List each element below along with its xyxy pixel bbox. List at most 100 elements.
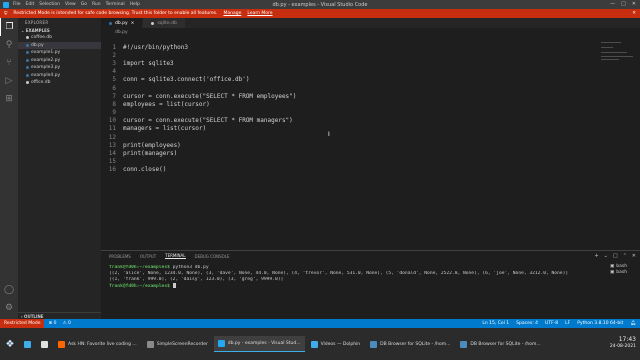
code-line[interactable]: 6 bbox=[101, 84, 296, 92]
outline-section[interactable]: › OUTLINE bbox=[18, 312, 101, 319]
code-line[interactable]: 14 print(managers) bbox=[101, 149, 296, 157]
taskbar-app[interactable] bbox=[37, 336, 52, 352]
tab-sqlite-db[interactable]: sqlite.db bbox=[143, 18, 186, 28]
python-interpreter[interactable]: Python 3.8.10 64-bit bbox=[577, 321, 623, 326]
cursor-position[interactable]: Ln 15, Col 1 bbox=[482, 321, 509, 326]
tab-debug-console[interactable]: DEBUG CONSOLE bbox=[195, 254, 230, 259]
files-icon[interactable]: ❐ bbox=[0, 18, 18, 36]
run-debug-icon[interactable]: ▷ bbox=[0, 72, 18, 90]
code-line[interactable]: 8 employees = list(cursor) bbox=[101, 100, 296, 108]
breadcrumb-file[interactable]: db.py bbox=[115, 30, 128, 35]
folder-examples[interactable]: ⌄ EXAMPLES bbox=[18, 27, 101, 34]
file-item[interactable]: example3.py bbox=[18, 64, 101, 72]
terminal-instance[interactable]: ▣ bash bbox=[610, 269, 640, 275]
restricted-mode-status[interactable]: Restricted Mode bbox=[0, 319, 45, 328]
taskbar-app-label: Ask HN: Favorite live coding ... bbox=[68, 341, 137, 347]
menu-go[interactable]: Go bbox=[81, 2, 87, 7]
new-terminal-icon[interactable]: + bbox=[594, 253, 598, 259]
code-text: conn.close() bbox=[123, 166, 167, 174]
menu-view[interactable]: View bbox=[65, 2, 76, 7]
source-control-icon[interactable]: ⑂ bbox=[0, 54, 18, 72]
file-item[interactable]: office.db bbox=[18, 79, 101, 87]
minimize-icon[interactable]: — bbox=[610, 1, 615, 7]
taskbar-app[interactable]: SimpleScreenRecorder bbox=[143, 336, 212, 352]
code-line[interactable]: 13 print(employees) bbox=[101, 141, 296, 149]
line-number: 10 bbox=[108, 117, 116, 125]
terminal-prompt-line: frank@fd0h:~/examples$ bbox=[109, 283, 599, 289]
start-menu-icon[interactable]: ❖ bbox=[0, 339, 20, 350]
taskbar-app[interactable]: Ask HN: Favorite live coding ... bbox=[54, 336, 141, 352]
panel-tabs: PROBLEMS OUTPUT TERMINAL DEBUG CONSOLE bbox=[101, 251, 640, 261]
mouse-ibeam-cursor: I bbox=[328, 131, 330, 138]
banner-learn-more-link[interactable]: Learn More bbox=[247, 11, 272, 16]
errors-count[interactable]: ⊗ 0 bbox=[48, 321, 56, 326]
tab-problems[interactable]: PROBLEMS bbox=[109, 254, 131, 259]
code-line[interactable]: 9 bbox=[101, 109, 296, 117]
extensions-icon[interactable]: ⊞ bbox=[0, 90, 18, 108]
indentation[interactable]: Spaces: 4 bbox=[516, 321, 538, 326]
code-line[interactable]: 15 bbox=[101, 158, 296, 166]
code-text: import sqlite3 bbox=[123, 59, 174, 67]
close-window-icon[interactable]: ✕ bbox=[632, 1, 636, 7]
menu-run[interactable]: Run bbox=[92, 2, 101, 7]
code-lines[interactable]: 1 #!/usr/bin/python3 2 3 import sqlite3 4 5 con… bbox=[101, 43, 297, 174]
file-item[interactable]: example4.py bbox=[18, 72, 101, 80]
menu-edit[interactable]: Edit bbox=[26, 2, 35, 7]
banner-close-icon[interactable]: ✕ bbox=[632, 11, 636, 16]
settings-gear-icon[interactable]: ⚙ bbox=[0, 299, 18, 317]
code-line[interactable]: 5 conn = sqlite3.connect('office.db') bbox=[101, 76, 296, 84]
search-icon[interactable]: ⚲ bbox=[0, 36, 18, 54]
terminal-dropdown-icon[interactable]: ⌄ bbox=[604, 253, 608, 259]
breadcrumb[interactable]: db.py bbox=[101, 28, 640, 36]
notifications-bell-icon[interactable]: 🔔︎ bbox=[630, 321, 636, 326]
code-line[interactable]: 2 bbox=[101, 51, 296, 59]
editor-area: db.py × sqlite.db db.py 1 #!/usr/bin/pyth… bbox=[101, 18, 640, 250]
line-number: 16 bbox=[108, 166, 116, 174]
split-terminal-icon[interactable]: □ bbox=[613, 253, 618, 259]
taskbar-app-label: DB Browser for SQLite - /hom... bbox=[380, 341, 451, 347]
menu-terminal[interactable]: Terminal bbox=[106, 2, 125, 7]
tab-label: db.py bbox=[115, 20, 128, 26]
code-line[interactable]: 1 #!/usr/bin/python3 bbox=[101, 43, 296, 51]
menu-help[interactable]: Help bbox=[130, 2, 140, 7]
warnings-count[interactable]: ⚠ 0 bbox=[63, 321, 71, 326]
banner-manage-link[interactable]: Manage bbox=[223, 11, 241, 16]
code-line[interactable]: 3 import sqlite3 bbox=[101, 59, 296, 67]
maximize-icon[interactable]: □ bbox=[621, 1, 626, 7]
taskbar-app[interactable]: Videos — Dolphin bbox=[307, 336, 365, 352]
code-text: managers = list(cursor) bbox=[123, 125, 207, 133]
tab-db-py[interactable]: db.py × bbox=[101, 18, 144, 28]
folder-label: EXAMPLES bbox=[25, 28, 50, 33]
terminal-output[interactable]: frank@fd0h:~/examples$ python3 db.py [(2… bbox=[109, 265, 599, 289]
code-line[interactable]: 11 managers = list(cursor) bbox=[101, 125, 296, 133]
tab-output[interactable]: OUTPUT bbox=[140, 254, 156, 259]
file-item[interactable]: db.py bbox=[18, 41, 101, 49]
file-item[interactable]: coffee.db bbox=[18, 34, 101, 42]
editor-tabs: db.py × sqlite.db bbox=[101, 18, 640, 28]
taskbar-app[interactable]: DB Browser for SQLite - /hom... bbox=[456, 336, 544, 352]
tab-close-icon[interactable]: × bbox=[131, 21, 135, 26]
code-line[interactable]: 10 cursor = conn.execute("SELECT * FROM m… bbox=[101, 117, 296, 125]
tab-terminal[interactable]: TERMINAL bbox=[165, 253, 186, 259]
line-number: 4 bbox=[112, 68, 116, 76]
menu-file[interactable]: File bbox=[13, 2, 21, 7]
code-line[interactable]: 12 bbox=[101, 133, 296, 141]
clock-time[interactable]: 17:43 bbox=[610, 336, 636, 343]
code-line[interactable]: 7 cursor = conn.execute("SELECT * FROM em… bbox=[101, 92, 296, 100]
account-icon[interactable]: ◯ bbox=[0, 281, 18, 299]
python-file-icon bbox=[26, 73, 29, 77]
close-panel-icon[interactable]: ✕ bbox=[632, 253, 636, 259]
code-line[interactable]: 16 conn.close() bbox=[101, 166, 296, 174]
maximize-panel-icon[interactable]: ⌃ bbox=[623, 253, 627, 259]
database-file-icon bbox=[26, 81, 29, 85]
taskbar-app[interactable]: DB Browser for SQLite - /hom... bbox=[366, 336, 454, 352]
file-item[interactable]: example2.py bbox=[18, 57, 101, 65]
minimap[interactable] bbox=[601, 42, 635, 60]
file-item[interactable]: example1.py bbox=[18, 49, 101, 57]
taskbar-app[interactable] bbox=[20, 336, 35, 352]
encoding[interactable]: UTF-8 bbox=[545, 321, 558, 326]
menu-selection[interactable]: Selection bbox=[39, 2, 60, 7]
taskbar-app[interactable]: db.py - examples - Visual Stud... bbox=[213, 336, 305, 352]
code-line[interactable]: 4 bbox=[101, 68, 296, 76]
line-ending[interactable]: LF bbox=[565, 321, 570, 326]
